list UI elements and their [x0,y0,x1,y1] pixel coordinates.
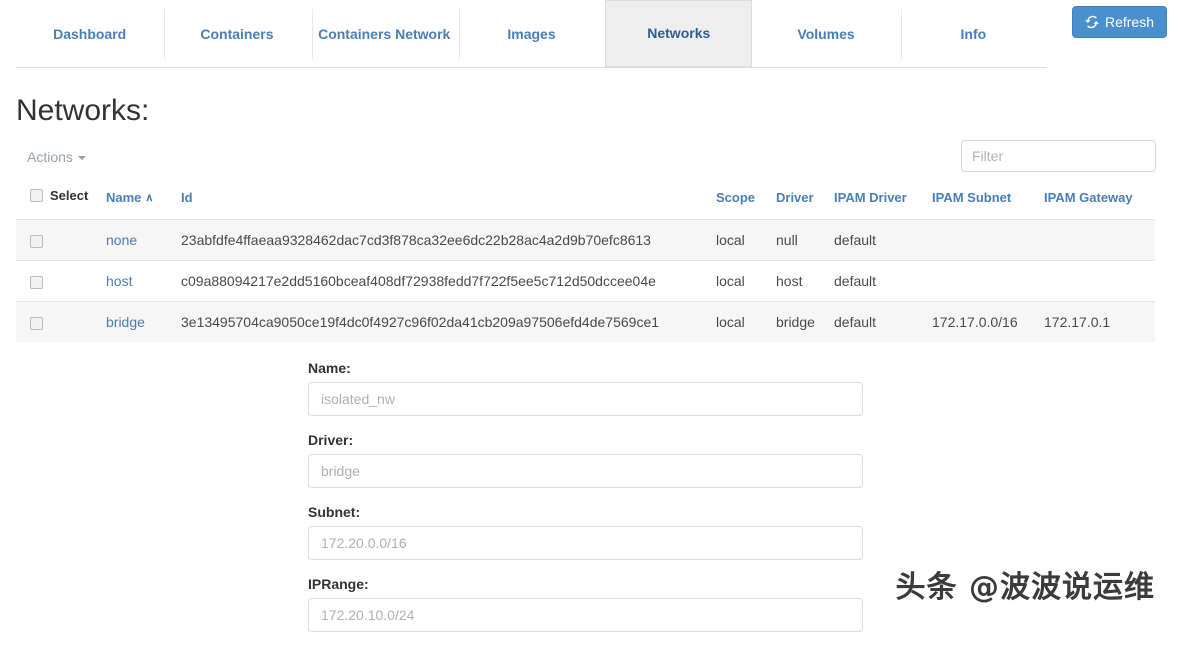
cell-ipam-driver: default [834,260,932,302]
tab-label: Images [507,25,556,42]
column-header-select: Select [16,188,106,220]
refresh-button[interactable]: Refresh [1071,6,1167,38]
cell-driver: host [776,260,834,302]
label-iprange: IPRange: [308,576,369,592]
form-group-subnet: Subnet: [308,504,863,560]
column-header-driver[interactable]: Driver [776,188,834,220]
column-header-ipam-gateway[interactable]: IPAM Gateway [1044,188,1155,220]
table-row[interactable]: host c09a88094217e2dd5160bceaf408df72938f… [16,260,1155,302]
cell-scope: local [716,260,776,302]
page-title: Networks: [16,94,150,127]
networks-table-container: Select Name ∧ Id Scope Driver IPAM Driver… [16,188,1155,342]
cell-name: none [106,219,181,261]
label-subnet: Subnet: [308,504,361,520]
subnet-input[interactable] [308,526,863,560]
select-all-label: Select [50,188,89,203]
row-select-cell [16,301,106,342]
refresh-button-label: Refresh [1104,14,1154,30]
column-header-ipam-subnet[interactable]: IPAM Subnet [932,188,1044,220]
tab-networks[interactable]: Networks [605,0,753,67]
cell-ipam-subnet: 172.17.0.0/16 [932,301,1044,342]
table-header-row: Select Name ∧ Id Scope Driver IPAM Driver… [16,188,1155,220]
cell-id: 23abfdfe4ffaeaa9328462dac7cd3f878ca32ee6… [181,219,716,261]
label-driver: Driver: [308,432,354,448]
iprange-input[interactable] [308,598,863,632]
refresh-icon [1084,15,1099,29]
driver-input[interactable] [308,454,863,488]
table-row[interactable]: none 23abfdfe4ffaeaa9328462dac7cd3f878ca3… [16,219,1155,261]
tab-label: Info [960,25,987,42]
form-group-driver: Driver: [308,432,863,488]
label-name: Name: [308,360,351,376]
row-select-checkbox[interactable] [30,275,43,289]
select-all-checkbox[interactable] [30,189,43,202]
create-network-form: Name: Driver: Subnet: IPRange: [308,360,863,648]
tab-label: Containers Network [318,25,451,42]
cell-ipam-subnet [932,219,1044,261]
top-nav-bar: Dashboard Containers Containers Network Ima… [16,0,1167,74]
cell-name: bridge [106,301,181,342]
row-select-checkbox[interactable] [30,234,43,248]
column-header-name-label: Name [106,190,142,205]
network-name-link[interactable]: none [106,232,137,248]
caret-down-icon [77,156,86,160]
cell-scope: local [716,219,776,261]
tab-label: Volumes [797,25,855,42]
row-select-checkbox[interactable] [30,316,43,330]
cell-driver: null [776,219,834,261]
watermark: 头条 @波波说运维 [895,570,1155,605]
cell-id: 3e13495704ca9050ce19f4dc0f4927c96f02da41… [181,301,716,342]
network-name-link[interactable]: bridge [106,314,145,330]
row-select-cell [16,219,106,261]
tab-containers[interactable]: Containers [163,0,310,67]
networks-table: Select Name ∧ Id Scope Driver IPAM Driver… [16,188,1155,342]
row-select-cell [16,260,106,302]
actions-dropdown-label: Actions [27,149,73,165]
tab-dashboard[interactable]: Dashboard [16,0,163,67]
column-header-scope[interactable]: Scope [716,188,776,220]
column-header-name[interactable]: Name ∧ [106,188,181,220]
cell-ipam-gateway [1044,260,1155,302]
filter-input[interactable] [961,140,1156,172]
tab-label: Containers [200,25,274,42]
column-header-ipam-driver[interactable]: IPAM Driver [834,188,932,220]
tab-label: Dashboard [53,25,127,42]
cell-driver: bridge [776,301,834,342]
cell-ipam-driver: default [834,301,932,342]
tab-info[interactable]: Info [900,0,1047,67]
form-group-name: Name: [308,360,863,416]
table-body: none 23abfdfe4ffaeaa9328462dac7cd3f878ca3… [16,219,1155,342]
tab-containers-network[interactable]: Containers Network [311,0,458,67]
tab-images[interactable]: Images [458,0,605,67]
cell-ipam-subnet [932,260,1044,302]
cell-ipam-gateway [1044,219,1155,261]
form-group-iprange: IPRange: [308,576,863,632]
cell-id: c09a88094217e2dd5160bceaf408df72938fedd7… [181,260,716,302]
cell-ipam-gateway: 172.17.0.1 [1044,301,1155,342]
column-header-id[interactable]: Id [181,188,716,220]
name-input[interactable] [308,382,863,416]
tab-label: Networks [647,25,711,41]
tab-volumes[interactable]: Volumes [752,0,899,67]
cell-ipam-driver: default [834,219,932,261]
table-header: Select Name ∧ Id Scope Driver IPAM Driver… [16,188,1155,220]
cell-scope: local [716,301,776,342]
caret-up-icon: ∧ [145,192,154,204]
network-name-link[interactable]: host [106,273,132,289]
cell-name: host [106,260,181,302]
table-row[interactable]: bridge 3e13495704ca9050ce19f4dc0f4927c96f… [16,301,1155,342]
actions-dropdown[interactable]: Actions [27,149,86,165]
tab-list: Dashboard Containers Containers Network Ima… [16,0,1047,68]
